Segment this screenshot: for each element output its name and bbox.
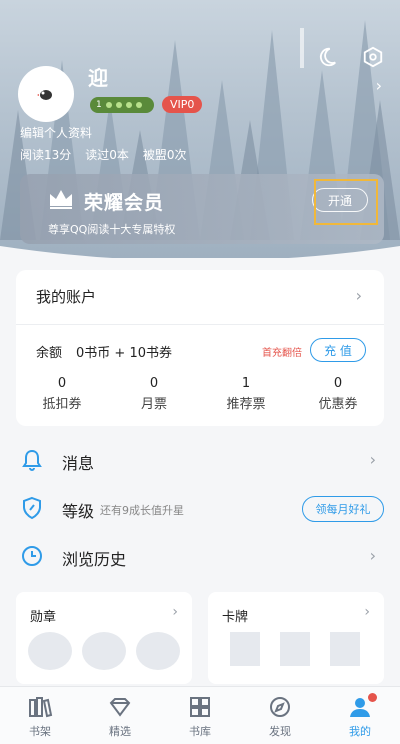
menu-label: 等级 [62, 502, 95, 521]
books-read: 读过0本 [85, 148, 129, 162]
level-badge-number: 1 [96, 99, 102, 110]
nav-mine[interactable]: 我的 [320, 687, 400, 744]
chevron-right-icon: › [369, 450, 376, 469]
card-placeholder [330, 632, 360, 666]
nav-discover[interactable]: 发现 [240, 687, 320, 744]
vip-badge[interactable]: VIP0 [162, 96, 203, 113]
avatar[interactable] [18, 66, 74, 122]
level-badge[interactable]: 1 [90, 96, 154, 113]
menu-label: 浏览历史 [62, 550, 127, 569]
medals-panel[interactable]: 勋章 › [16, 592, 192, 684]
nav-label: 精选 [109, 725, 131, 738]
voucher-label: 优惠券 [318, 397, 358, 412]
cards-panel[interactable]: 卡牌 › [208, 592, 384, 684]
menu-item-level[interactable]: 等级 还有9成长值升星 领每月好礼 [0, 486, 400, 532]
voucher-count: 1 [241, 376, 251, 391]
voucher-count: 0 [333, 376, 343, 391]
my-account-title[interactable]: 我的账户 [36, 286, 96, 307]
medal-placeholder [28, 632, 72, 670]
reading-time: 阅读13分 [20, 148, 72, 162]
nav-label: 书库 [189, 725, 211, 738]
shield-icon [23, 496, 41, 520]
medal-placeholder [82, 632, 126, 670]
nav-label: 发现 [269, 725, 291, 738]
vip-card[interactable]: 荣耀会员 尊享QQ阅读十大专属特权 开通 [20, 174, 384, 244]
reading-stats: 阅读13分 读过0本 被盟0次 [20, 146, 187, 163]
bottom-nav: 书架 精选 书库 发现 我的 [0, 686, 400, 744]
level-hint: 还有9成长值升星 [100, 504, 184, 517]
vip-subtitle: 尊享QQ阅读十大专属特权 [48, 223, 176, 236]
nav-featured[interactable]: 精选 [80, 687, 160, 744]
moon-icon[interactable] [314, 44, 340, 70]
clock-icon [22, 546, 42, 566]
avatar-bird-icon [37, 90, 52, 100]
cards-title: 卡牌 [222, 610, 249, 625]
highlight-box [314, 179, 378, 225]
nav-bookshelf[interactable]: 书架 [0, 687, 80, 744]
medal-placeholder [136, 632, 180, 670]
chevron-right-icon: › [172, 604, 178, 620]
card-placeholder [280, 632, 310, 666]
voucher-monthly[interactable]: 0 月票 [108, 376, 200, 412]
menu-item-messages[interactable]: 消息 › [0, 438, 400, 484]
notification-dot [368, 693, 377, 702]
nav-label: 书架 [29, 725, 51, 738]
menu-item-history[interactable]: 浏览历史 › [0, 534, 400, 580]
voucher-count: 0 [149, 376, 159, 391]
crown-icon [50, 190, 72, 209]
card-placeholder [230, 632, 260, 666]
bell-icon [22, 449, 42, 471]
balance-value: 0书币 + 10书券 [76, 346, 172, 361]
edit-profile-link[interactable]: 编辑个人资料 [20, 124, 92, 141]
balance-row: 余额 0书币 + 10书券 [36, 342, 172, 361]
recharge-button[interactable]: 充 值 [310, 338, 366, 362]
profile-chevron-icon[interactable]: › [376, 76, 382, 95]
nav-library[interactable]: 书库 [160, 687, 240, 744]
mentions: 被盟0次 [142, 148, 187, 162]
username[interactable]: 迎 [88, 62, 108, 91]
divider [16, 324, 384, 325]
voucher-label: 抵扣券 [42, 397, 82, 412]
voucher-count: 0 [57, 376, 67, 391]
chevron-right-icon: › [364, 604, 370, 620]
voucher-label: 推荐票 [226, 397, 266, 412]
voucher-coupon[interactable]: 0 优惠券 [292, 376, 384, 412]
settings-hex-icon[interactable] [360, 44, 386, 70]
menu-label: 消息 [62, 454, 95, 473]
profile-banner: › 迎 1 VIP0 编辑个人资料 阅读13分 读过0本 被盟0次 荣耀会员 尊… [0, 0, 400, 258]
diamond-icon [109, 698, 131, 717]
balance-label: 余额 [36, 346, 63, 361]
compass-icon [270, 697, 290, 717]
voucher-label: 月票 [140, 397, 167, 412]
chevron-right-icon[interactable]: › [356, 286, 362, 305]
vip-title: 荣耀会员 [84, 192, 165, 214]
medals-title: 勋章 [30, 610, 57, 625]
account-card: 我的账户 › 余额 0书币 + 10书券 首充翻倍 充 值 0 抵扣券 0 月票 … [16, 270, 384, 426]
bookshelf-icon [29, 697, 53, 718]
voucher-row: 0 抵扣券 0 月票 1 推荐票 0 优惠券 [16, 376, 384, 412]
voucher-deduction[interactable]: 0 抵扣券 [16, 376, 108, 412]
voucher-recommend[interactable]: 1 推荐票 [200, 376, 292, 412]
chevron-right-icon: › [369, 546, 376, 565]
first-charge-tag: 首充翻倍 [262, 348, 302, 359]
nav-label: 我的 [349, 725, 371, 738]
grid-icon [190, 697, 210, 717]
monthly-gift-button[interactable]: 领每月好礼 [302, 496, 384, 522]
badge-row: 1 VIP0 [90, 96, 203, 113]
